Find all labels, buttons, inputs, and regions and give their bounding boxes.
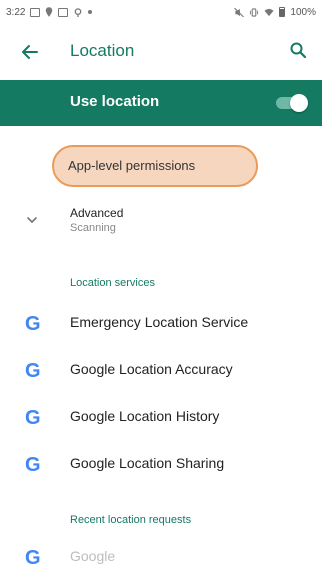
google-g-icon: G <box>24 546 44 569</box>
status-bar-right: 100% <box>234 7 316 18</box>
page-title: Location <box>70 41 135 60</box>
google-g-icon: G <box>24 312 44 335</box>
search-icon <box>290 42 307 59</box>
svg-text:G: G <box>25 454 41 475</box>
status-bar-left: 3:22 <box>6 6 93 18</box>
location-pin-icon <box>46 7 53 17</box>
app-bar: Location <box>0 24 322 80</box>
google-g-icon: G <box>24 359 44 382</box>
list-item-label: Google Location Sharing <box>70 455 225 471</box>
svg-text:G: G <box>25 547 41 568</box>
gallery-icon <box>30 7 41 17</box>
use-location-switch-bar[interactable]: Use location <box>0 80 322 126</box>
mute-icon <box>234 7 245 17</box>
advanced-title: Advanced <box>70 206 124 220</box>
pin-icon <box>75 7 82 17</box>
google-g-icon: G <box>24 453 44 476</box>
google-g-icon: G <box>24 406 44 429</box>
chevron-down-icon <box>27 217 37 223</box>
advanced-item[interactable]: Advanced Scanning <box>0 198 322 244</box>
recent-requests-header: Recent location requests <box>70 514 192 526</box>
svg-text:G: G <box>25 407 41 428</box>
back-button[interactable] <box>18 40 42 64</box>
list-item-label: Google <box>70 548 116 564</box>
list-item[interactable]: G Emergency Location Service <box>0 300 322 346</box>
svg-text:G: G <box>25 313 41 334</box>
use-location-label: Use location <box>70 93 160 110</box>
battery-percent: 100% <box>290 6 316 18</box>
list-item[interactable]: G Google <box>0 534 322 580</box>
vibrate-icon <box>250 7 259 17</box>
battery-icon <box>279 7 286 17</box>
svg-text:G: G <box>25 360 41 381</box>
advanced-subtitle: Scanning <box>70 222 116 234</box>
list-item[interactable]: G Google Location Accuracy <box>0 347 322 393</box>
arrow-back-icon <box>22 45 38 59</box>
gallery-icon <box>58 7 69 17</box>
status-time: 3:22 <box>6 6 26 18</box>
list-item[interactable]: G Google Location Sharing <box>0 441 322 487</box>
status-bar: 3:22 100% <box>0 0 322 24</box>
toggle-thumb <box>290 94 308 112</box>
location-services-header: Location services <box>70 277 155 289</box>
wifi-icon <box>264 8 274 16</box>
list-item[interactable]: G Google Location History <box>0 394 322 440</box>
app-level-permissions-item[interactable]: App-level permissions <box>68 158 195 173</box>
list-item-label: Google Location History <box>70 408 220 424</box>
search-button[interactable] <box>286 38 310 62</box>
dot-icon <box>88 10 93 14</box>
list-item-label: Google Location Accuracy <box>70 361 233 377</box>
use-location-toggle[interactable] <box>274 93 308 113</box>
list-item-label: Emergency Location Service <box>70 314 249 330</box>
